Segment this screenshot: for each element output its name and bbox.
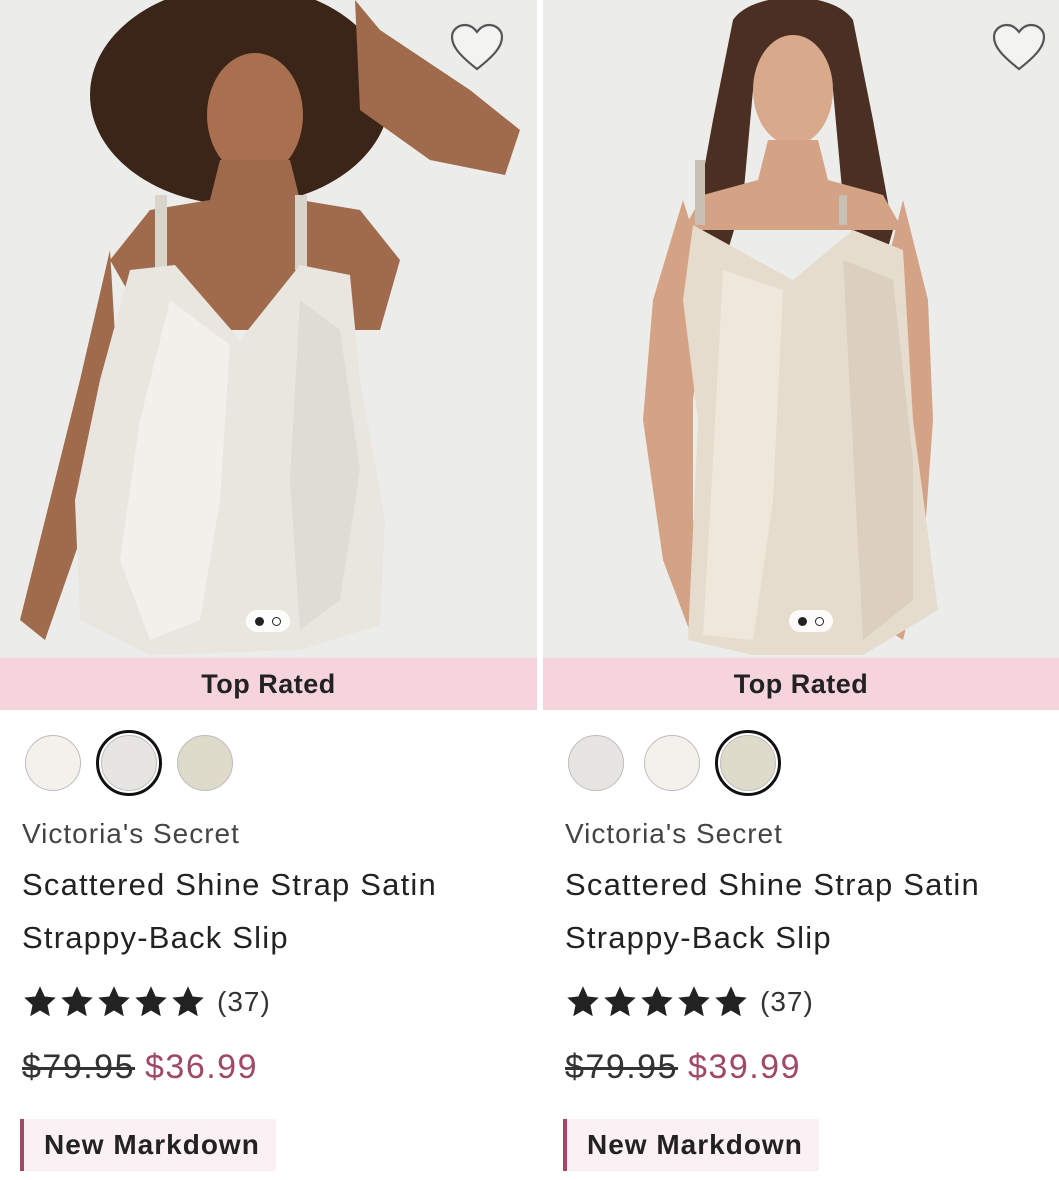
review-count: (37) — [217, 986, 271, 1017]
brand-name: Victoria's Secret — [22, 818, 240, 849]
brand-name: Victoria's Secret — [565, 818, 783, 849]
color-swatch[interactable] — [177, 735, 233, 791]
heart-icon[interactable] — [991, 22, 1047, 74]
product-title[interactable]: Scattered Shine Strap Satin Strappy-Back… — [565, 858, 1045, 964]
rating[interactable]: (37) — [565, 984, 814, 1020]
product-image[interactable] — [0, 0, 537, 658]
image-pagination — [789, 610, 833, 632]
star-icon — [135, 986, 167, 1017]
image-pagination — [246, 610, 290, 632]
heart-icon[interactable] — [449, 22, 505, 74]
product-grid: Top Rated Victoria's Secret Scattered Sh… — [0, 0, 1059, 1180]
star-icon — [678, 986, 710, 1017]
top-rated-badge: Top Rated — [0, 658, 537, 710]
star-icon — [61, 986, 93, 1017]
color-swatch[interactable] — [644, 735, 700, 791]
new-markdown-tag: New Markdown — [20, 1119, 276, 1171]
top-rated-badge: Top Rated — [543, 658, 1059, 710]
product-card[interactable]: Top Rated Victoria's Secret Scattered Sh… — [0, 0, 537, 1180]
review-count: (37) — [760, 986, 814, 1017]
pagination-dot[interactable] — [272, 616, 281, 626]
rating[interactable]: (37) — [22, 984, 271, 1020]
star-icon — [98, 986, 130, 1017]
model-photo — [0, 0, 537, 658]
color-swatches — [20, 730, 238, 796]
price: $79.95 $36.99 — [22, 1048, 258, 1087]
sale-price: $39.99 — [688, 1048, 801, 1086]
sale-price: $36.99 — [145, 1048, 258, 1086]
star-icon — [172, 986, 204, 1017]
color-swatch-selected[interactable] — [101, 735, 157, 791]
star-icon — [715, 986, 747, 1017]
color-swatch[interactable] — [568, 735, 624, 791]
original-price: $79.95 — [565, 1048, 678, 1086]
model-photo — [543, 0, 1059, 658]
product-card[interactable]: Top Rated Victoria's Secret Scattered Sh… — [543, 0, 1059, 1180]
color-swatch-selected[interactable] — [720, 735, 776, 791]
star-icon — [24, 986, 56, 1017]
star-icon — [641, 986, 673, 1017]
pagination-dot-active[interactable] — [255, 616, 264, 626]
pagination-dot-active[interactable] — [798, 616, 807, 626]
pagination-dot[interactable] — [815, 616, 824, 626]
star-icon — [567, 986, 599, 1017]
price: $79.95 $39.99 — [565, 1048, 801, 1087]
new-markdown-tag: New Markdown — [563, 1119, 819, 1171]
color-swatches — [563, 730, 781, 796]
color-swatch[interactable] — [25, 735, 81, 791]
star-icon — [604, 986, 636, 1017]
product-title[interactable]: Scattered Shine Strap Satin Strappy-Back… — [22, 858, 502, 964]
original-price: $79.95 — [22, 1048, 135, 1086]
product-image[interactable] — [543, 0, 1059, 658]
